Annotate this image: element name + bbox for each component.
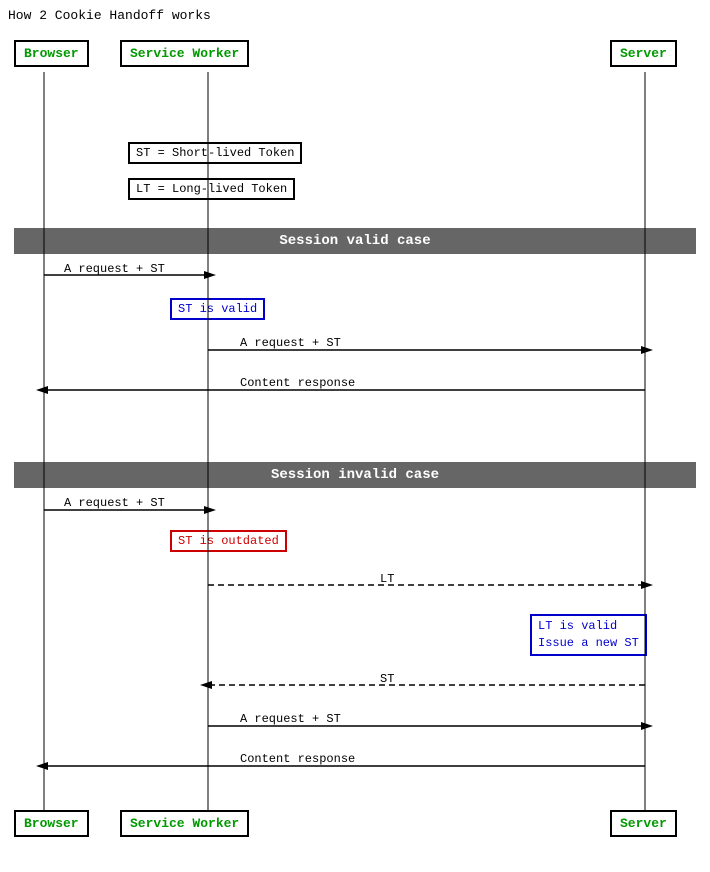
label-st: ST	[380, 672, 394, 686]
section-invalid-case: Session invalid case	[14, 462, 696, 488]
label-lt: LT	[380, 572, 394, 586]
label-content-response-2: Content response	[240, 752, 355, 766]
label-request-st-2: A request + ST	[240, 336, 341, 350]
diagram-svg	[0, 0, 710, 872]
note-lt-def: LT = Long-lived Token	[128, 178, 295, 200]
note-st-def: ST = Short-lived Token	[128, 142, 302, 164]
page-title: How 2 Cookie Handoff works	[8, 8, 211, 23]
actor-server-bot: Server	[610, 810, 677, 837]
label-request-st-3: A request + ST	[64, 496, 165, 510]
actor-browser-bot: Browser	[14, 810, 89, 837]
actor-browser-top: Browser	[14, 40, 89, 67]
label-request-st-1: A request + ST	[64, 262, 165, 276]
actor-sw-bot: Service Worker	[120, 810, 249, 837]
note-lt-valid: LT is valid Issue a new ST	[530, 614, 647, 656]
label-content-response-1: Content response	[240, 376, 355, 390]
actor-sw-top: Service Worker	[120, 40, 249, 67]
note-st-outdated: ST is outdated	[170, 530, 287, 552]
section-valid-case: Session valid case	[14, 228, 696, 254]
label-request-st-4: A request + ST	[240, 712, 341, 726]
actor-server-top: Server	[610, 40, 677, 67]
note-st-valid: ST is valid	[170, 298, 265, 320]
diagram: How 2 Cookie Handoff works Browser Servi…	[0, 0, 710, 872]
